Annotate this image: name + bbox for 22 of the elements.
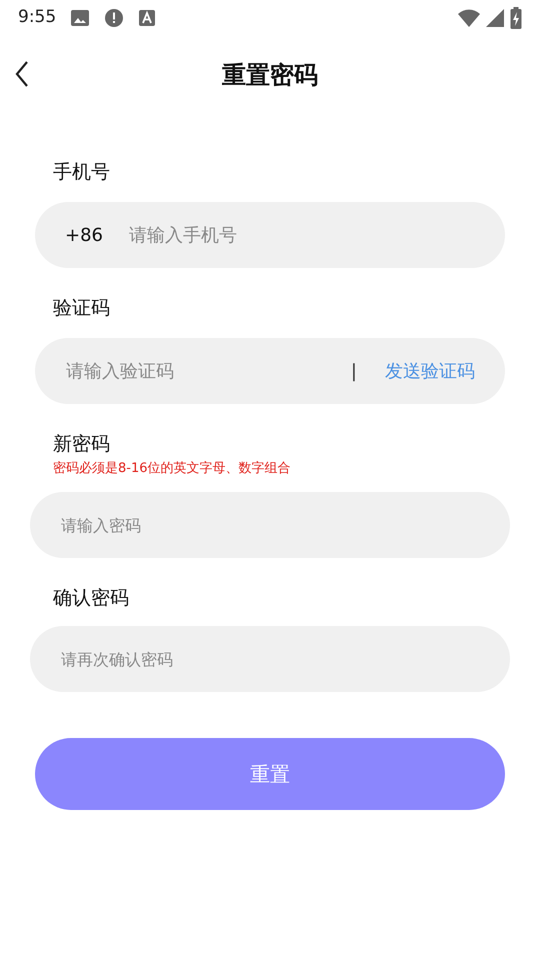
font-icon [138, 9, 156, 27]
separator: | [350, 360, 357, 384]
back-icon [15, 61, 29, 87]
field-label: 验证码 [53, 296, 110, 321]
password-field[interactable]: 请再次确认密码 [30, 626, 510, 692]
password-hint: 密码必须是8-16位的英文字母、数字组合 [53, 460, 292, 478]
password-field[interactable]: 请输入密码 [30, 492, 510, 558]
phone-field[interactable]: +86 请输入手机号 [35, 202, 505, 268]
phone-input[interactable]: 请输入手机号 [129, 222, 475, 248]
country-code: +86 [65, 224, 104, 248]
code-field[interactable]: 请输入验证码 | 发送验证码 [35, 338, 505, 404]
field-label: 新密码 [53, 432, 110, 457]
code-input[interactable]: 请输入验证码 [66, 358, 351, 384]
field-label: 确认密码 [53, 586, 129, 611]
alert-icon [104, 8, 124, 28]
battery-icon [510, 7, 522, 29]
image-icon [70, 9, 90, 27]
wifi-icon [458, 9, 480, 27]
signal-icon [486, 9, 504, 27]
page-title: 重置密码 [222, 60, 318, 91]
status-time: 9:55 [18, 6, 56, 30]
field-label: 手机号 [53, 160, 110, 185]
